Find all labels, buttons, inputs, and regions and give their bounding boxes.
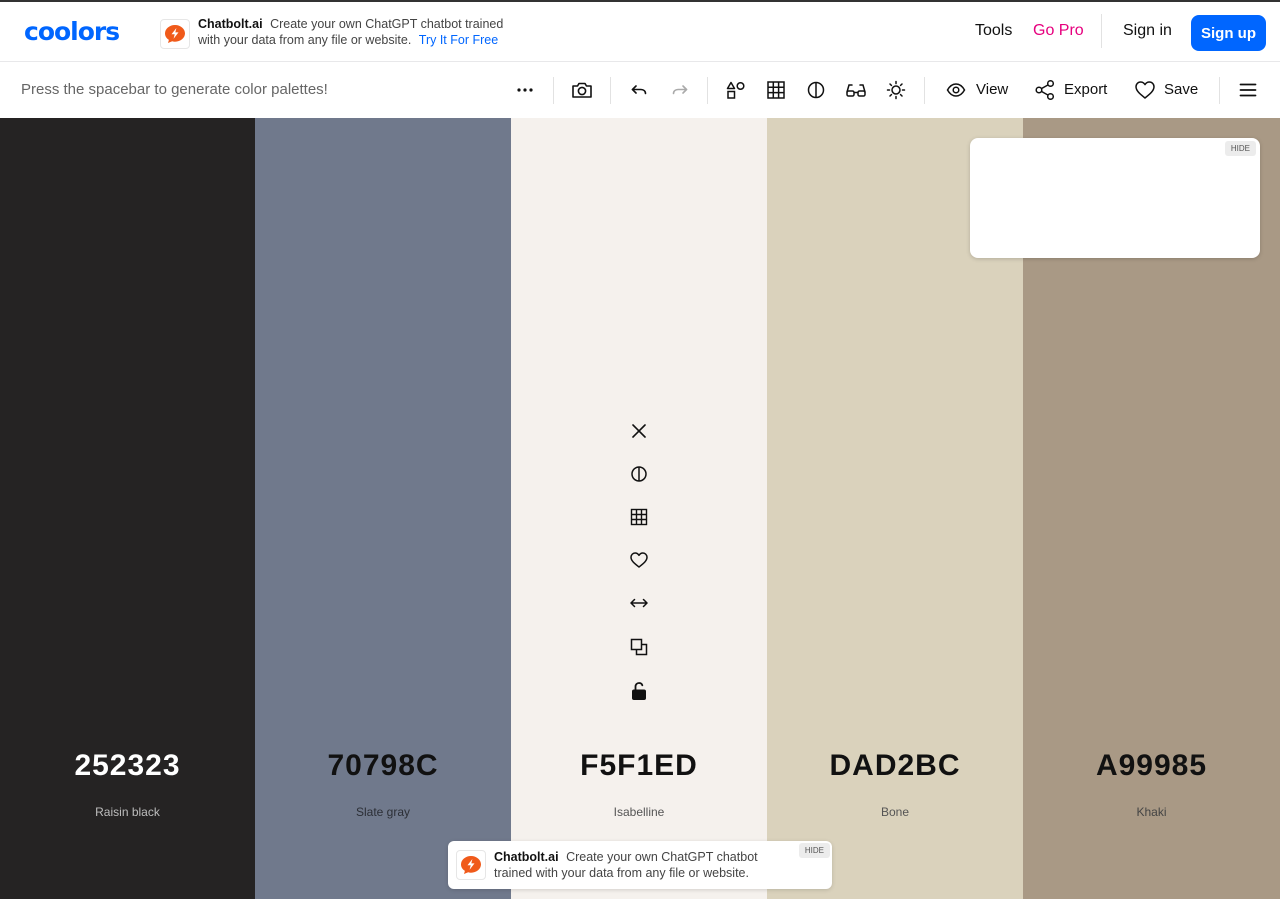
save-button[interactable]: Save bbox=[1164, 81, 1198, 98]
color-column[interactable]: F5F1ED Isabelline bbox=[511, 118, 767, 899]
spacebar-hint: Press the spacebar to generate color pal… bbox=[21, 81, 328, 98]
color-hex[interactable]: 70798C bbox=[255, 749, 511, 783]
toolbar-divider bbox=[707, 77, 708, 104]
color-hex[interactable]: A99985 bbox=[1023, 749, 1280, 783]
contrast-icon[interactable] bbox=[803, 77, 829, 103]
grid-icon[interactable] bbox=[763, 77, 789, 103]
more-icon[interactable] bbox=[512, 77, 538, 103]
hide-panel-button[interactable]: HIDE bbox=[1224, 141, 1256, 156]
menu-icon[interactable] bbox=[1235, 77, 1261, 103]
hide-ad-button[interactable]: HIDE bbox=[798, 843, 830, 858]
drag-icon[interactable] bbox=[627, 591, 651, 615]
bottom-ad-text: Chatbolt.ai Create your own ChatGPT chat… bbox=[494, 849, 794, 881]
top-ad[interactable]: Chatbolt.ai Create your own ChatGPT chat… bbox=[160, 16, 520, 50]
bottom-ad[interactable]: Chatbolt.ai Create your own ChatGPT chat… bbox=[448, 841, 832, 889]
share-icon[interactable] bbox=[1032, 77, 1058, 103]
glasses-icon[interactable] bbox=[843, 77, 869, 103]
color-hex[interactable]: F5F1ED bbox=[511, 749, 767, 783]
color-column[interactable]: 70798C Slate gray bbox=[255, 118, 511, 899]
redo-icon[interactable] bbox=[667, 77, 693, 103]
site-header: coolors Chatbolt.ai Create your own Chat… bbox=[0, 2, 1280, 62]
heart-icon[interactable] bbox=[1132, 77, 1158, 103]
color-name[interactable]: Raisin black bbox=[0, 805, 255, 819]
nav-go-pro-link[interactable]: Go Pro bbox=[1033, 22, 1084, 40]
color-name[interactable]: Isabelline bbox=[511, 805, 767, 819]
export-button[interactable]: Export bbox=[1064, 81, 1107, 98]
lock-icon[interactable] bbox=[627, 679, 651, 703]
toolbar-divider bbox=[553, 77, 554, 104]
color-tools bbox=[511, 418, 767, 708]
chatbolt-logo-icon bbox=[456, 850, 486, 880]
copy-icon[interactable] bbox=[627, 635, 651, 659]
floating-panel: HIDE bbox=[970, 138, 1260, 258]
top-ad-text: Chatbolt.ai Create your own ChatGPT chat… bbox=[198, 16, 528, 48]
nav-tools-link[interactable]: Tools bbox=[975, 22, 1012, 40]
sign-up-button[interactable]: Sign up bbox=[1191, 15, 1266, 51]
nav-divider bbox=[1101, 14, 1102, 48]
undo-icon[interactable] bbox=[626, 77, 652, 103]
sign-in-link[interactable]: Sign in bbox=[1123, 22, 1172, 40]
coolors-logo[interactable]: coolors bbox=[24, 19, 120, 45]
ad-brand: Chatbolt.ai bbox=[198, 17, 263, 31]
color-name[interactable]: Slate gray bbox=[255, 805, 511, 819]
camera-icon[interactable] bbox=[569, 77, 595, 103]
eye-icon[interactable] bbox=[943, 77, 969, 103]
toolbar-divider bbox=[610, 77, 611, 104]
color-hex[interactable]: 252323 bbox=[0, 749, 255, 783]
ad-cta-link[interactable]: Try It For Free bbox=[419, 33, 498, 47]
color-name[interactable]: Khaki bbox=[1023, 805, 1280, 819]
ad-brand: Chatbolt.ai bbox=[494, 850, 559, 864]
heart-icon[interactable] bbox=[627, 548, 651, 572]
color-hex[interactable]: DAD2BC bbox=[767, 749, 1023, 783]
shapes-icon[interactable] bbox=[723, 77, 749, 103]
view-button[interactable]: View bbox=[976, 81, 1008, 98]
toolbar-divider bbox=[924, 77, 925, 104]
grid-icon[interactable] bbox=[627, 505, 651, 529]
close-icon[interactable] bbox=[627, 419, 651, 443]
contrast-icon[interactable] bbox=[627, 462, 651, 486]
palette-toolbar: Press the spacebar to generate color pal… bbox=[0, 63, 1280, 118]
color-column[interactable]: 252323 Raisin black bbox=[0, 118, 255, 899]
toolbar-divider bbox=[1219, 77, 1220, 104]
brightness-icon[interactable] bbox=[883, 77, 909, 103]
chatbolt-logo-icon bbox=[160, 19, 190, 49]
color-name[interactable]: Bone bbox=[767, 805, 1023, 819]
